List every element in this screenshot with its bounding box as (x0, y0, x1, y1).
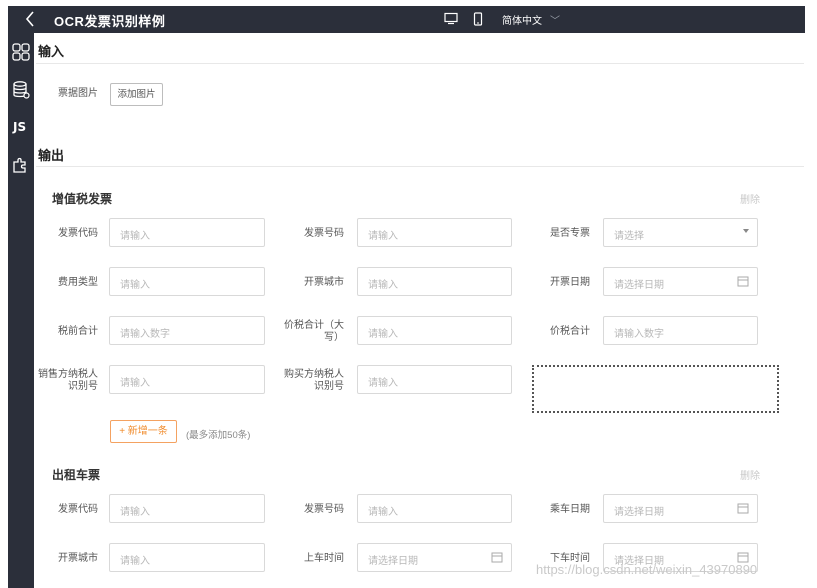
calendar-icon (737, 503, 749, 514)
mobile-view-icon[interactable] (473, 12, 483, 26)
vat-is-special-select[interactable]: 请选择 (603, 218, 758, 247)
placeholder: 请选择日期 (614, 507, 664, 518)
vat-buyer-taxid-input[interactable]: 请输入 (357, 365, 512, 394)
vat-invoice-number-input[interactable]: 请输入 (357, 218, 512, 247)
add-image-button[interactable]: 添加图片 (110, 83, 163, 106)
output-section-title: 输出 (38, 148, 65, 163)
vat-pretax-total-label: 税前合计 (58, 326, 98, 337)
vat-fee-type-label: 费用类型 (58, 277, 98, 288)
vat-issue-city-input[interactable]: 请输入 (357, 267, 512, 296)
placeholder: 请输入 (120, 507, 150, 518)
vat-issue-city-label: 开票城市 (304, 277, 344, 288)
vat-issue-date-picker[interactable]: 请选择日期 (603, 267, 758, 296)
language-label: 简体中文 (502, 16, 542, 27)
placeholder: 请输入 (368, 378, 398, 389)
components-grid-icon[interactable] (11, 42, 31, 62)
placeholder: 请输入数字 (614, 329, 664, 340)
vat-total-uppercase-input[interactable]: 请输入 (357, 316, 512, 345)
label-line: 识别号 (314, 381, 344, 392)
input-divider (36, 63, 804, 64)
watermark-text: https://blog.csdn.net/weixin_43970890 (536, 562, 758, 577)
taxi-board-time-picker[interactable]: 请选择日期 (357, 543, 512, 572)
vat-invoice-number-label: 发票号码 (304, 228, 344, 239)
placeholder: 请选择日期 (614, 280, 664, 291)
vat-fee-type-input[interactable]: 请输入 (109, 267, 265, 296)
add-row-hint: (最多添加50条) (186, 430, 251, 441)
placeholder: 请输入 (368, 280, 398, 291)
vat-total-label: 价税合计 (550, 326, 590, 337)
vat-total-uppercase-label: 价税合计（大 写） (280, 320, 344, 344)
taxi-invoice-number-label: 发票号码 (304, 504, 344, 515)
vat-invoice-title: 增值税发票 (52, 192, 113, 206)
placeholder: 请输入 (120, 378, 150, 389)
calendar-icon (737, 276, 749, 287)
placeholder: 请输入 (120, 280, 150, 291)
placeholder: 请输入数字 (120, 329, 170, 340)
label-line: 价税合计（大 (284, 320, 344, 331)
caret-down-icon (743, 229, 749, 233)
sidebar: JS (8, 33, 34, 588)
language-select[interactable]: 简体中文 ﹀ (502, 12, 560, 27)
placeholder: 请输入 (368, 507, 398, 518)
vat-invoice-code-label: 发票代码 (58, 228, 98, 239)
taxi-issue-city-label: 开票城市 (58, 553, 98, 564)
calendar-icon (491, 552, 503, 563)
label-line: 识别号 (68, 381, 98, 392)
placeholder: 请选择 (614, 231, 644, 242)
vat-pretax-total-input[interactable]: 请输入数字 (109, 316, 265, 345)
database-icon[interactable] (11, 80, 31, 100)
label-line: 购买方纳税人 (284, 369, 344, 380)
plugin-puzzle-icon[interactable] (11, 154, 31, 174)
js-code-icon[interactable]: JS (13, 120, 26, 134)
vat-invoice-code-input[interactable]: 请输入 (109, 218, 265, 247)
input-section-title: 输入 (38, 44, 65, 59)
receipt-image-label: 票据图片 (58, 88, 98, 99)
taxi-ride-date-label: 乘车日期 (550, 504, 590, 515)
taxi-invoice-number-input[interactable]: 请输入 (357, 494, 512, 523)
placeholder: 请输入 (368, 329, 398, 340)
add-row-button[interactable]: + 新增一条 (110, 420, 177, 443)
taxi-invoice-title: 出租车票 (52, 468, 101, 482)
output-divider (36, 166, 804, 167)
vat-issue-date-label: 开票日期 (550, 277, 590, 288)
taxi-ride-date-picker[interactable]: 请选择日期 (603, 494, 758, 523)
vat-total-input[interactable]: 请输入数字 (603, 316, 758, 345)
label-line: 写） (324, 332, 344, 343)
label-line: 销售方纳税人 (38, 369, 98, 380)
taxi-invoice-code-label: 发票代码 (58, 504, 98, 515)
drop-placeholder-box (532, 365, 779, 413)
top-bar: OCR发票识别样例 简体中文 ﹀ (8, 6, 805, 33)
vat-buyer-taxid-label: 购买方纳税人 识别号 (280, 369, 344, 393)
placeholder: 请选择日期 (368, 556, 418, 567)
taxi-board-time-label: 上车时间 (304, 553, 344, 564)
placeholder: 请输入 (120, 556, 150, 567)
vat-is-special-label: 是否专票 (550, 228, 590, 239)
placeholder: 请输入 (368, 231, 398, 242)
vat-seller-taxid-label: 销售方纳税人 识别号 (36, 369, 98, 393)
app-title: OCR发票识别样例 (54, 14, 166, 29)
vat-seller-taxid-input[interactable]: 请输入 (109, 365, 265, 394)
placeholder: 请输入 (120, 231, 150, 242)
chevron-down-icon: ﹀ (550, 16, 560, 27)
taxi-invoice-code-input[interactable]: 请输入 (109, 494, 265, 523)
desktop-view-icon[interactable] (444, 12, 458, 25)
taxi-issue-city-input[interactable]: 请输入 (109, 543, 265, 572)
vat-delete-link[interactable]: 删除 (740, 191, 760, 206)
back-arrow-icon[interactable] (22, 9, 38, 29)
taxi-delete-link[interactable]: 删除 (740, 467, 760, 482)
